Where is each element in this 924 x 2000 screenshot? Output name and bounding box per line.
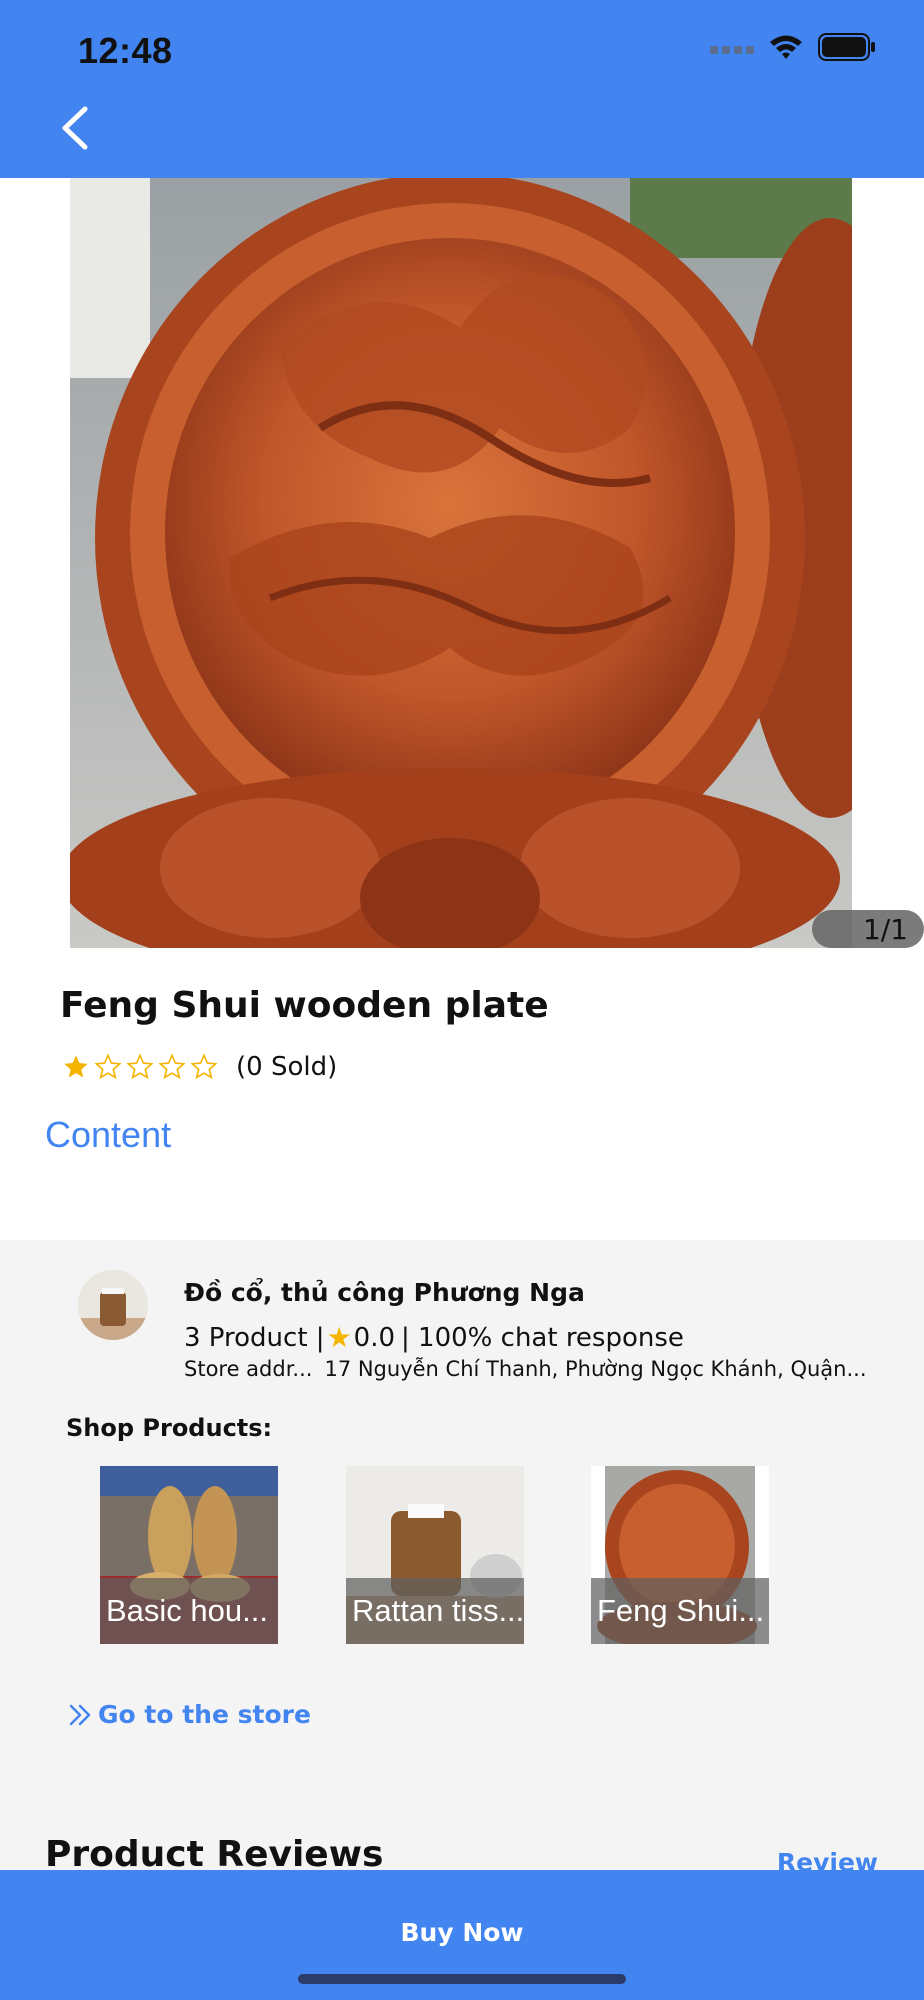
- app-header: 12:48: [0, 0, 924, 178]
- shop-product-count: 3 Product |: [184, 1322, 325, 1353]
- shop-product-caption: Basic hou...: [100, 1578, 278, 1644]
- home-indicator: [298, 1974, 626, 1984]
- status-icons: [710, 33, 876, 65]
- shop-avatar-image: [78, 1270, 148, 1340]
- double-chevron-right-icon: [69, 1704, 91, 1725]
- shop-product-card[interactable]: Feng Shui...: [591, 1466, 769, 1644]
- shop-address: Store addr... 17 Nguyễn Chí Thanh, Phường…: [184, 1357, 874, 1381]
- shop-product-caption: Rattan tiss...: [346, 1578, 524, 1644]
- wifi-icon: [768, 33, 804, 65]
- shop-stats: 3 Product | ★ 0.0 | 100% chat response: [184, 1321, 684, 1354]
- product-title: Feng Shui wooden plate: [60, 985, 549, 1026]
- chevron-left-icon: [62, 106, 88, 150]
- product-image[interactable]: [70, 178, 852, 948]
- back-button[interactable]: [50, 100, 100, 156]
- go-to-store-link[interactable]: Go to the store: [68, 1700, 311, 1729]
- go-to-store-label: Go to the store: [98, 1700, 311, 1729]
- status-time: 12:48: [78, 30, 173, 71]
- shop-address-label: Store addr...: [184, 1357, 313, 1381]
- shop-avatar[interactable]: [78, 1270, 148, 1340]
- reviews-title: Product Reviews: [45, 1834, 384, 1875]
- signal-icon: [710, 40, 754, 59]
- shop-chat-response: | 100% chat response: [401, 1322, 684, 1353]
- carved-plate-photo: [70, 178, 852, 948]
- star-filled-icon: [64, 1055, 88, 1078]
- buy-now-button[interactable]: Buy Now: [0, 1870, 924, 2000]
- shop-product-card[interactable]: Rattan tiss...: [346, 1466, 524, 1644]
- star-empty-icon: [190, 1053, 218, 1080]
- shop-product-caption: Feng Shui...: [591, 1578, 769, 1644]
- star-empty-icon: [94, 1053, 122, 1080]
- star-icon: ★: [326, 1321, 352, 1354]
- shop-product-card[interactable]: Basic hou...: [100, 1466, 278, 1644]
- star-empty-icon: [158, 1053, 186, 1080]
- shop-products-label: Shop Products:: [66, 1414, 273, 1442]
- image-counter: 1/1: [812, 910, 924, 948]
- battery-icon: [818, 33, 876, 65]
- buy-now-label: Buy Now: [400, 1918, 524, 1947]
- star-empty-icon: [126, 1053, 154, 1080]
- shop-address-value: 17 Nguyễn Chí Thanh, Phường Ngọc Khánh, …: [324, 1357, 867, 1381]
- product-rating: (0 Sold): [62, 1052, 337, 1082]
- content-link[interactable]: Content: [45, 1114, 171, 1156]
- sold-count: (0 Sold): [236, 1052, 338, 1082]
- shop-rating: 0.0: [353, 1322, 396, 1353]
- shop-name[interactable]: Đồ cổ, thủ công Phương Nga: [184, 1278, 585, 1307]
